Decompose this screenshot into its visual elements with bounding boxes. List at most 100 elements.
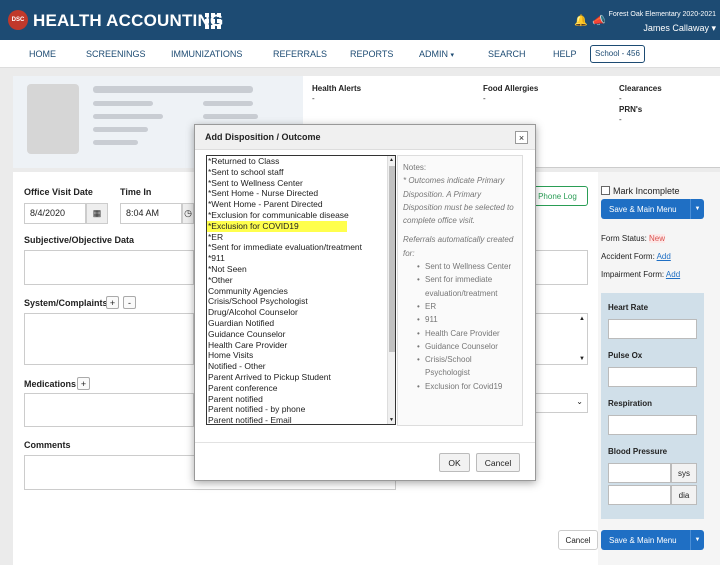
system-complaints-textarea[interactable] [24,313,194,365]
chevron-down-icon: ⌄ [576,397,583,406]
notes-primary: * Outcomes indicate Primary Disposition.… [403,176,514,226]
nav-admin[interactable]: ADMIN ▾ [419,49,454,59]
nav-reports[interactable]: REPORTS [350,49,393,59]
nav-search[interactable]: SEARCH [488,49,526,59]
list-item[interactable]: Parent conference [207,383,395,394]
food-allergies-value: - [483,94,486,103]
mark-incomplete-checkbox[interactable] [601,186,610,195]
nav-help[interactable]: HELP [553,49,577,59]
modal-title: Add Disposition / Outcome [205,132,321,142]
app-title: HEALTH ACCOUNTING [33,11,224,30]
nav-screenings[interactable]: SCREENINGS [86,49,146,59]
blood-pressure-label: Blood Pressure [608,447,668,456]
listbox-scrollbar[interactable]: ▲ ▼ [387,156,395,424]
megaphone-icon[interactable]: 📣 [592,14,606,27]
top-header: DSC HEALTH ACCOUNTING 🔔 📣 Forest Oak Ele… [0,0,720,40]
list-item[interactable]: *Sent to Wellness Center [207,178,395,189]
list-item[interactable]: *Other [207,275,395,286]
scroll-up-icon[interactable]: ▲ [579,316,585,322]
list-item[interactable]: Guardian Notified [207,318,395,329]
list-item[interactable]: *ER [207,232,395,243]
nav-referrals[interactable]: REFERRALS [273,49,327,59]
list-item[interactable]: *Went Home - Parent Directed [207,199,395,210]
list-item[interactable]: Parent notified [207,394,395,405]
list-item[interactable]: Drug/Alcohol Counselor [207,307,395,318]
list-item[interactable]: *Returned to Class [207,156,395,167]
add-complaint-button[interactable]: + [106,296,119,309]
form-status-value: New [649,234,666,243]
scroll-down-icon[interactable]: ▼ [389,417,394,423]
respiration-input[interactable] [608,415,697,435]
ok-button[interactable]: OK [439,453,470,472]
mark-incomplete-label: Mark Incomplete [613,186,680,196]
pulse-ox-input[interactable] [608,367,697,387]
user-menu[interactable]: James Callaway ▾ [643,23,716,34]
list-item[interactable]: Guidance Counselor [207,329,395,340]
system-complaints-label: System/Complaints [24,298,108,308]
modal-header: Add Disposition / Outcome × [195,125,535,150]
notes-referrals: Referrals automatically created for: [403,235,514,258]
form-status: Form Status: New [601,234,666,243]
scroll-down-icon[interactable]: ▼ [579,356,585,362]
list-item[interactable]: *Exclusion for COVID19 [207,220,347,232]
list-item[interactable]: Parent Arrived to Pickup Student [207,372,395,383]
list-item[interactable]: *911 [207,253,395,264]
referral-item: Sent for immediate evaluation/treatment [403,273,517,300]
heart-rate-input[interactable] [608,319,697,339]
clock-icon[interactable]: ◷ [182,203,194,224]
list-item[interactable]: Notified - Other [207,361,395,372]
medications-textarea[interactable] [24,393,194,427]
referral-item: ER [403,300,517,314]
referral-item: Health Care Provider [403,327,517,341]
caret-down-icon[interactable]: ▼ [690,199,704,219]
save-main-menu-button[interactable]: Save & Main Menu ▼ [601,199,704,219]
list-item[interactable]: Health Care Provider [207,340,395,351]
sys-unit: sys [671,463,697,483]
save-main-menu-button-bottom[interactable]: Save & Main Menu ▼ [601,530,704,550]
list-item[interactable]: Home Visits [207,350,395,361]
disposition-options: *Returned to Class *Sent to school staff *… [207,156,395,424]
nav-immunizations[interactable]: IMMUNIZATIONS [171,49,242,59]
disposition-listbox[interactable]: *Returned to Class *Sent to school staff *… [206,155,396,425]
list-item[interactable]: Parent notified - Email [207,415,395,424]
school-selector[interactable]: School - 456 [590,45,645,63]
scroll-thumb[interactable] [389,166,395,352]
caret-down-icon[interactable]: ▼ [690,530,704,550]
systolic-input[interactable] [608,463,671,483]
remove-complaint-button[interactable]: - [123,296,136,309]
time-in-input[interactable]: 8:04 AM [120,203,182,224]
diastolic-input[interactable] [608,485,671,505]
bell-icon[interactable]: 🔔 [574,14,588,27]
referral-item: Guidance Counselor [403,340,517,354]
accident-form-label: Accident Form: [601,252,655,261]
district-logo: DSC [8,10,28,30]
notes-box: Notes: * Outcomes indicate Primary Dispo… [397,155,523,426]
calendar-icon[interactable]: ▦ [86,203,108,224]
close-icon[interactable]: × [515,131,528,144]
comments-label: Comments [24,440,71,450]
nav-home[interactable]: HOME [29,49,56,59]
subjective-textarea[interactable] [24,250,194,285]
list-item[interactable]: *Exclusion for communicable disease [207,210,395,221]
apps-grid-icon[interactable] [205,13,222,29]
list-item[interactable]: *Sent for immediate evaluation/treatment [207,242,395,253]
referral-item: Crisis/School Psychologist [403,353,517,380]
list-item[interactable]: Community Agencies [207,286,395,297]
vitals-panel: Heart Rate Pulse Ox Respiration Blood Pr… [601,293,704,519]
list-item[interactable]: Crisis/School Psychologist [207,296,395,307]
referral-item: Sent to Wellness Center [403,260,517,274]
list-item[interactable]: Parent notified - by phone [207,404,395,415]
save-main-menu-label: Save & Main Menu [609,204,677,214]
cancel-button[interactable]: Cancel [558,530,598,550]
office-visit-date-input[interactable]: 8/4/2020 [24,203,86,224]
add-medication-button[interactable]: + [77,377,90,390]
list-item[interactable]: *Sent to school staff [207,167,395,178]
scroll-up-icon[interactable]: ▲ [389,157,394,163]
accident-form-add-link[interactable]: Add [657,252,671,261]
medications-label: Medications [24,379,77,389]
save-main-menu-label: Save & Main Menu [609,535,677,545]
impairment-form-add-link[interactable]: Add [666,270,680,279]
list-item[interactable]: *Not Seen [207,264,395,275]
list-item[interactable]: *Sent Home - Nurse Directed [207,188,395,199]
modal-cancel-button[interactable]: Cancel [476,453,520,472]
